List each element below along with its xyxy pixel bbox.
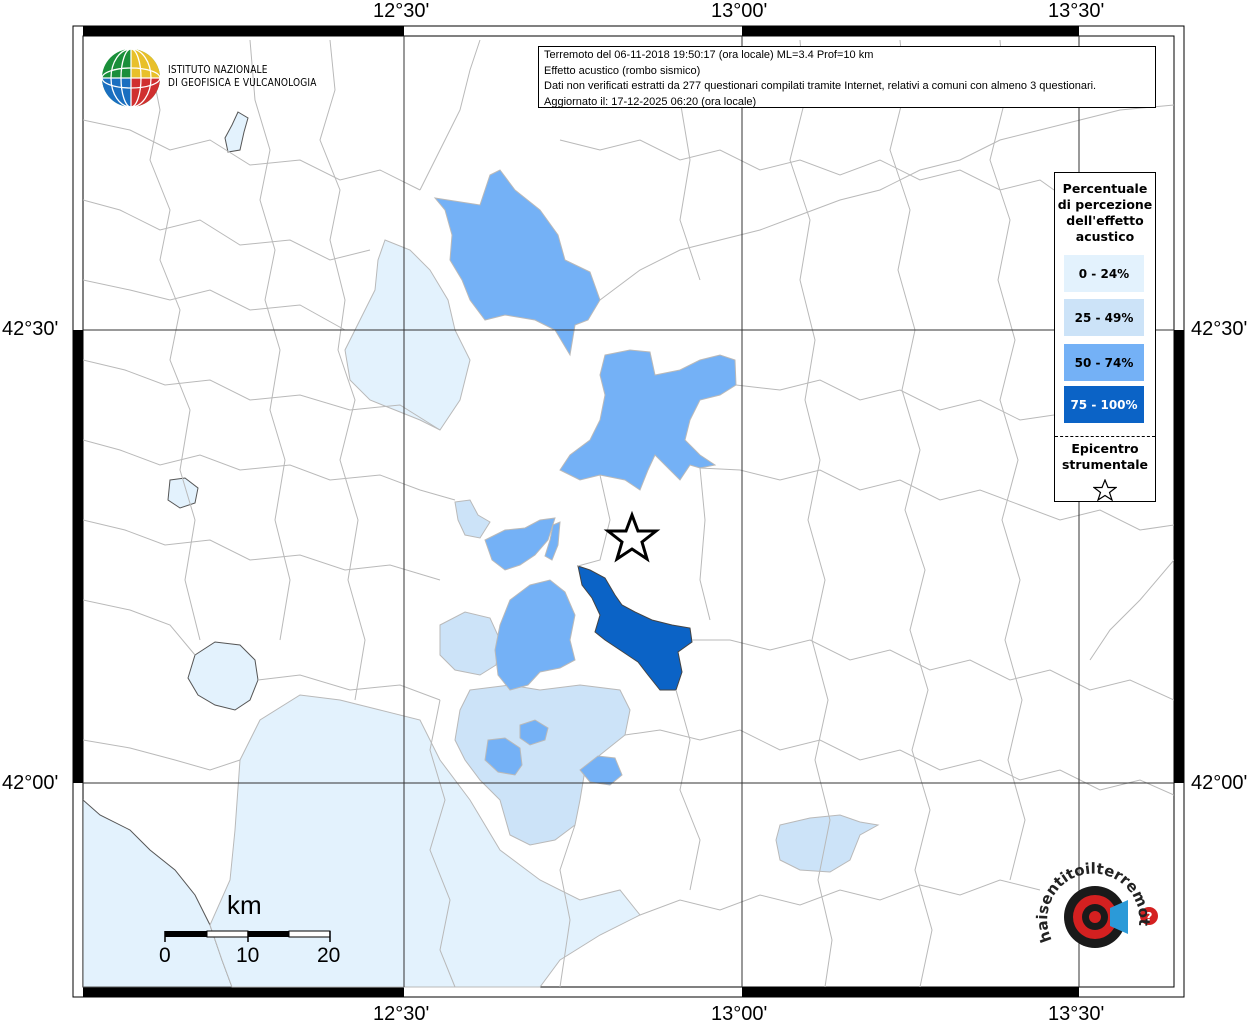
legend-class-0-24: 0 - 24% — [1064, 255, 1144, 292]
event-info-line-2: Effetto acustico (rombo sismico) — [544, 64, 701, 77]
legend-title-line-3: dell'effetto — [1066, 213, 1144, 228]
legend-title-line-2: di percezione — [1057, 197, 1153, 212]
ingv-logo-globe — [101, 48, 161, 108]
lon-label-top-1: 12°30' — [373, 0, 430, 22]
legend: Percentuale di percezione dell'effetto a… — [1054, 172, 1156, 502]
event-info-box: Terremoto del 06-11-2018 19:50:17 (ora l… — [538, 46, 1156, 108]
legend-title: Percentuale di percezione dell'effetto a… — [1055, 181, 1155, 245]
event-info-line-4: Aggiornato il: 17-12-2025 06:20 (ora loc… — [544, 95, 757, 108]
legend-class-50-74: 50 - 74% — [1064, 344, 1144, 381]
lon-label-bottom-1: 12°30' — [373, 1003, 430, 1025]
lon-label-bottom-3: 13°30' — [1048, 1003, 1105, 1025]
event-info-line-1: Terremoto del 06-11-2018 19:50:17 (ora l… — [544, 49, 874, 61]
lat-label-right-1: 42°30' — [1191, 318, 1248, 340]
legend-class-25-49: 25 - 49% — [1064, 299, 1144, 336]
legend-star-icon — [1093, 479, 1117, 501]
legend-title-line-4: acustico — [1075, 229, 1135, 244]
lon-label-top-2: 13°00' — [711, 0, 768, 22]
legend-epicenter-line-2: strumentale — [1061, 457, 1149, 472]
legend-epicenter-label: Epicentro strumentale — [1055, 441, 1155, 473]
lon-label-top-3: 13°30' — [1048, 0, 1105, 22]
scale-tick-10: 10 — [236, 944, 260, 967]
scale-tick-0: 0 — [159, 944, 171, 967]
lat-label-left-2: 42°00' — [2, 772, 59, 794]
legend-separator — [1055, 436, 1155, 437]
scale-unit-label: km — [227, 890, 262, 920]
event-info-line-3: Dati non verificati estratti da 277 ques… — [544, 80, 1097, 92]
legend-title-line-1: Percentuale — [1062, 181, 1148, 196]
ingv-logo-text: ISTITUTO NAZIONALE DI GEOFISICA E VULCAN… — [168, 63, 317, 89]
ingv-logo-line-1: ISTITUTO NAZIONALE — [168, 63, 268, 76]
lon-label-bottom-2: 13°00' — [711, 1003, 768, 1025]
legend-class-75-100: 75 - 100% — [1064, 386, 1144, 423]
scale-tick-20: 20 — [317, 944, 341, 967]
legend-epicenter-line-1: Epicentro — [1071, 441, 1139, 456]
lat-label-right-2: 42°00' — [1191, 772, 1248, 794]
map: ? haisentitoilterremoto.it www. — [0, 0, 1185, 998]
lat-label-left-1: 42°30' — [2, 318, 59, 340]
ingv-logo-line-2: DI GEOFISICA E VULCANOLOGIA — [168, 76, 317, 89]
